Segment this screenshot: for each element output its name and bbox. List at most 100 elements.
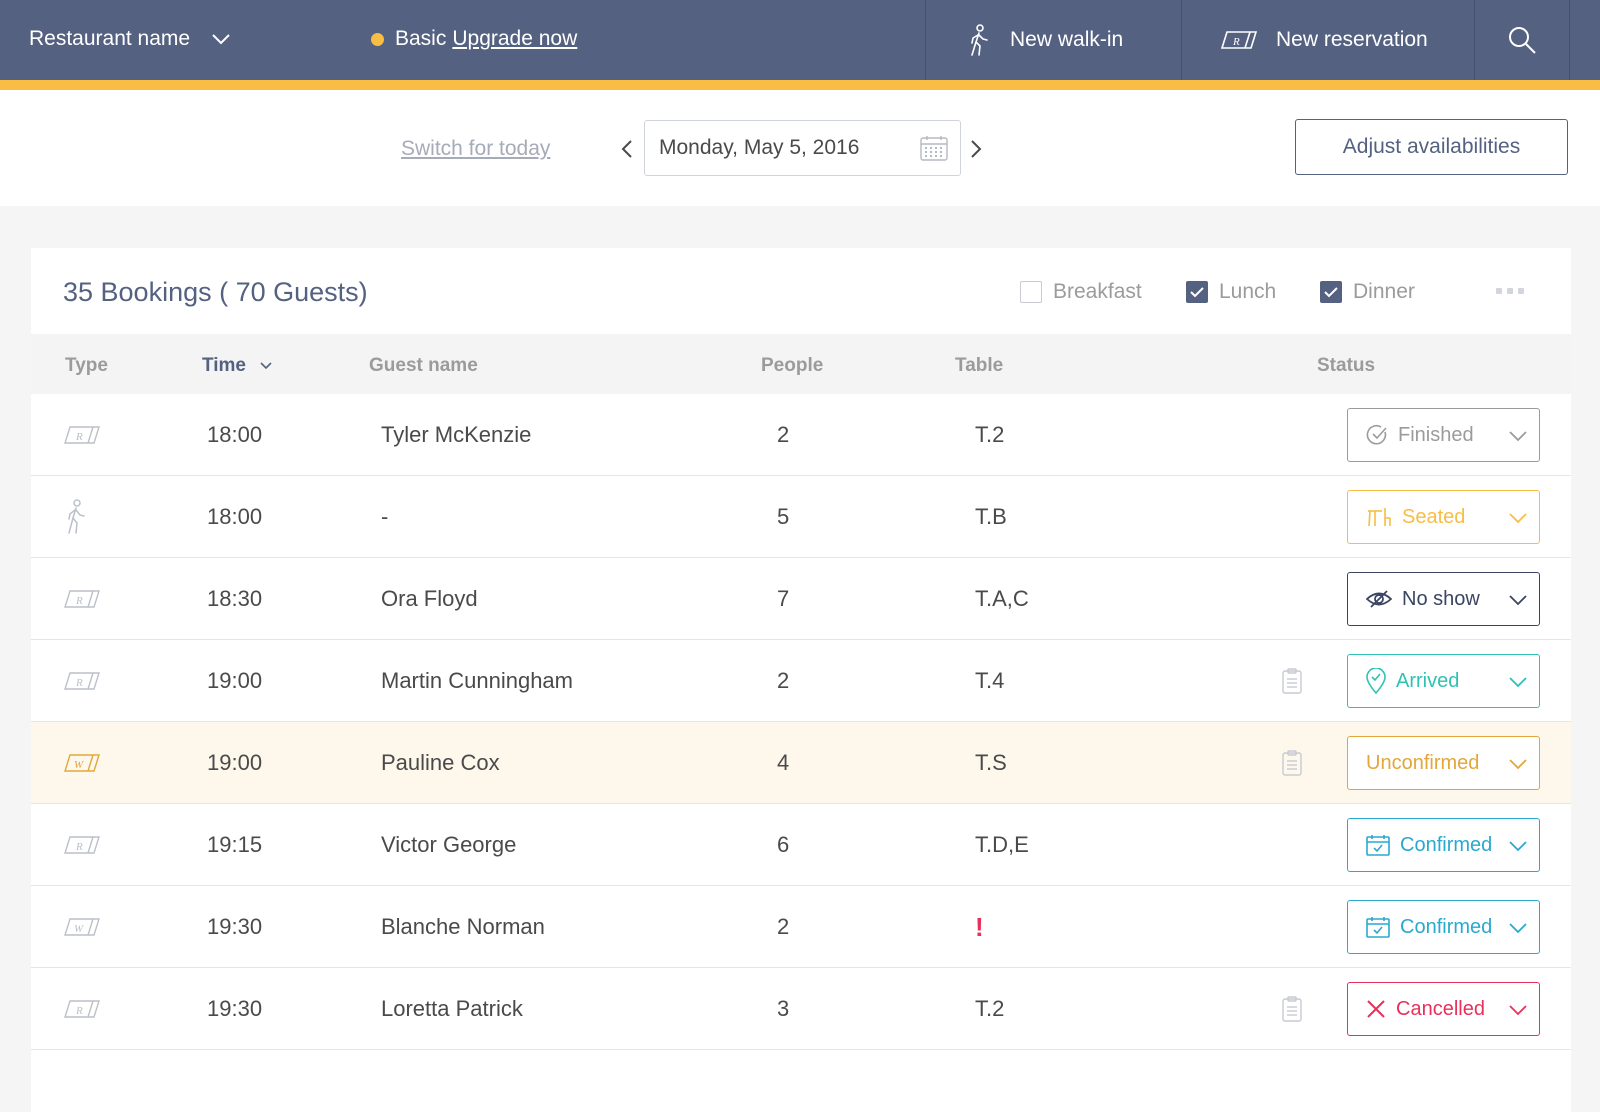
status-dropdown[interactable]: Finished — [1347, 408, 1540, 462]
eye-off-icon — [1366, 589, 1392, 609]
booking-guest-name: Pauline Cox — [381, 750, 500, 775]
booking-time: 19:15 — [207, 832, 263, 857]
close-icon — [1366, 999, 1386, 1019]
table-row[interactable]: R 18:30 Ora Floyd 7 T.A,C No show — [31, 558, 1571, 640]
status-label: Arrived — [1396, 669, 1460, 692]
dinner-label: Dinner — [1353, 280, 1415, 303]
status-label: Seated — [1402, 505, 1466, 528]
status-label: Confirmed — [1400, 833, 1493, 856]
reservation-icon: R — [63, 589, 101, 609]
booking-type: R — [63, 968, 101, 1050]
breakfast-label: Breakfast — [1053, 280, 1142, 303]
svg-text:W: W — [74, 923, 84, 935]
status-dropdown[interactable]: Arrived — [1347, 654, 1540, 708]
switch-today-link[interactable]: Switch for today — [401, 137, 550, 161]
search-icon — [1509, 27, 1536, 54]
new-walkin-button[interactable]: New walk-in — [925, 0, 1181, 80]
lunch-label: Lunch — [1219, 280, 1277, 303]
booking-guest-name: Victor George — [381, 832, 517, 857]
status-dropdown[interactable]: Seated — [1347, 490, 1540, 544]
calendar-check-icon — [1366, 834, 1390, 856]
table-row[interactable]: R 18:00 Tyler McKenzie 2 T.2 Finished — [31, 394, 1571, 476]
booking-type: R — [63, 394, 101, 476]
status-dropdown[interactable]: Confirmed — [1347, 818, 1540, 872]
note-icon[interactable] — [1282, 968, 1302, 1050]
booking-type — [63, 476, 89, 558]
status-dropdown[interactable]: Confirmed — [1347, 900, 1540, 954]
svg-text:R: R — [75, 1005, 83, 1017]
booking-people: 4 — [777, 750, 790, 775]
note-icon[interactable] — [1282, 640, 1302, 722]
svg-text:R: R — [75, 841, 83, 853]
booking-people: 2 — [777, 668, 790, 693]
new-reservation-button[interactable]: R New reservation — [1181, 0, 1474, 80]
search-button[interactable] — [1474, 0, 1570, 80]
table-row[interactable]: 18:00 - 5 T.B Seated — [31, 476, 1571, 558]
booking-table: T.B — [975, 504, 1007, 529]
status-dropdown[interactable]: No show — [1347, 572, 1540, 626]
date-picker[interactable]: Monday, May 5, 2016 — [644, 120, 961, 176]
booking-guest-name: Blanche Norman — [381, 914, 545, 939]
booking-people: 6 — [777, 832, 790, 857]
booking-table: T.2 — [975, 422, 1005, 447]
column-guest-name: Guest name — [369, 355, 478, 376]
filter-breakfast[interactable]: Breakfast — [1020, 280, 1142, 304]
status-label: No show — [1402, 587, 1480, 610]
booking-people: 5 — [777, 504, 790, 529]
table-row[interactable]: R 19:00 Martin Cunningham 2 T.4 Arrived — [31, 640, 1571, 722]
plan-indicator: Basic Upgrade now — [371, 27, 577, 51]
upgrade-link[interactable]: Upgrade now — [452, 27, 577, 51]
status-label: Unconfirmed — [1366, 751, 1480, 774]
table-seat-icon — [1366, 506, 1392, 528]
checkmark-icon — [1324, 286, 1338, 297]
plan-dot-icon — [371, 32, 384, 46]
column-table: Table — [955, 355, 1004, 376]
booking-time: 19:00 — [207, 750, 263, 775]
table-row[interactable]: R 19:15 Victor George 6 T.D,E Confirmed — [31, 804, 1571, 886]
dinner-checkbox[interactable] — [1320, 281, 1342, 303]
filter-dinner[interactable]: Dinner — [1320, 280, 1415, 304]
table-row[interactable]: W 19:30 Blanche Norman 2 ! Confirmed — [31, 886, 1571, 968]
chevron-down-icon — [1509, 923, 1527, 934]
next-day-button[interactable] — [964, 134, 988, 164]
status-dropdown[interactable]: Unconfirmed — [1347, 736, 1540, 790]
booking-guest-name: Ora Floyd — [381, 586, 478, 611]
new-reservation-label: New reservation — [1276, 28, 1428, 51]
plan-label: Basic — [395, 27, 447, 50]
column-time-label: Time — [202, 355, 247, 376]
filter-lunch[interactable]: Lunch — [1186, 280, 1276, 304]
date-value: Monday, May 5, 2016 — [659, 136, 860, 159]
booking-guest-name: - — [381, 504, 389, 529]
chevron-down-icon — [1509, 759, 1527, 770]
note-icon[interactable] — [1282, 722, 1302, 804]
reservation-icon: R — [63, 999, 101, 1019]
booking-guest-name: Tyler McKenzie — [381, 422, 532, 447]
booking-time: 18:00 — [207, 504, 263, 529]
svg-text:R: R — [1232, 36, 1240, 48]
status-dropdown[interactable]: Cancelled — [1347, 982, 1540, 1036]
location-check-icon — [1366, 668, 1386, 694]
chevron-down-icon — [1509, 595, 1527, 606]
restaurant-selector[interactable]: Restaurant name — [29, 27, 230, 51]
table-row[interactable]: W 19:00 Pauline Cox 4 T.S Unconfirmed — [31, 722, 1571, 804]
status-label: Finished — [1398, 423, 1474, 446]
svg-text:W: W — [74, 759, 84, 771]
web-reservation-icon: W — [63, 917, 101, 937]
lunch-checkbox[interactable] — [1186, 281, 1208, 303]
more-options-icon[interactable] — [1496, 288, 1524, 294]
calendar-icon — [920, 136, 948, 161]
chevron-right-icon — [970, 140, 981, 158]
booking-table: T.D,E — [975, 832, 1029, 857]
booking-people: 2 — [777, 914, 790, 939]
previous-day-button[interactable] — [614, 134, 638, 164]
breakfast-checkbox[interactable] — [1020, 281, 1042, 303]
booking-time: 19:00 — [207, 668, 263, 693]
column-time[interactable]: Time — [202, 355, 272, 377]
booking-table: T.A,C — [975, 586, 1029, 611]
chevron-left-icon — [621, 140, 632, 158]
adjust-availabilities-button[interactable]: Adjust availabilities — [1295, 119, 1568, 175]
column-people: People — [761, 355, 824, 376]
table-row[interactable]: R 19:30 Loretta Patrick 3 T.2 Cancelled — [31, 968, 1571, 1050]
booking-type: R — [63, 804, 101, 886]
svg-text:R: R — [75, 595, 83, 607]
